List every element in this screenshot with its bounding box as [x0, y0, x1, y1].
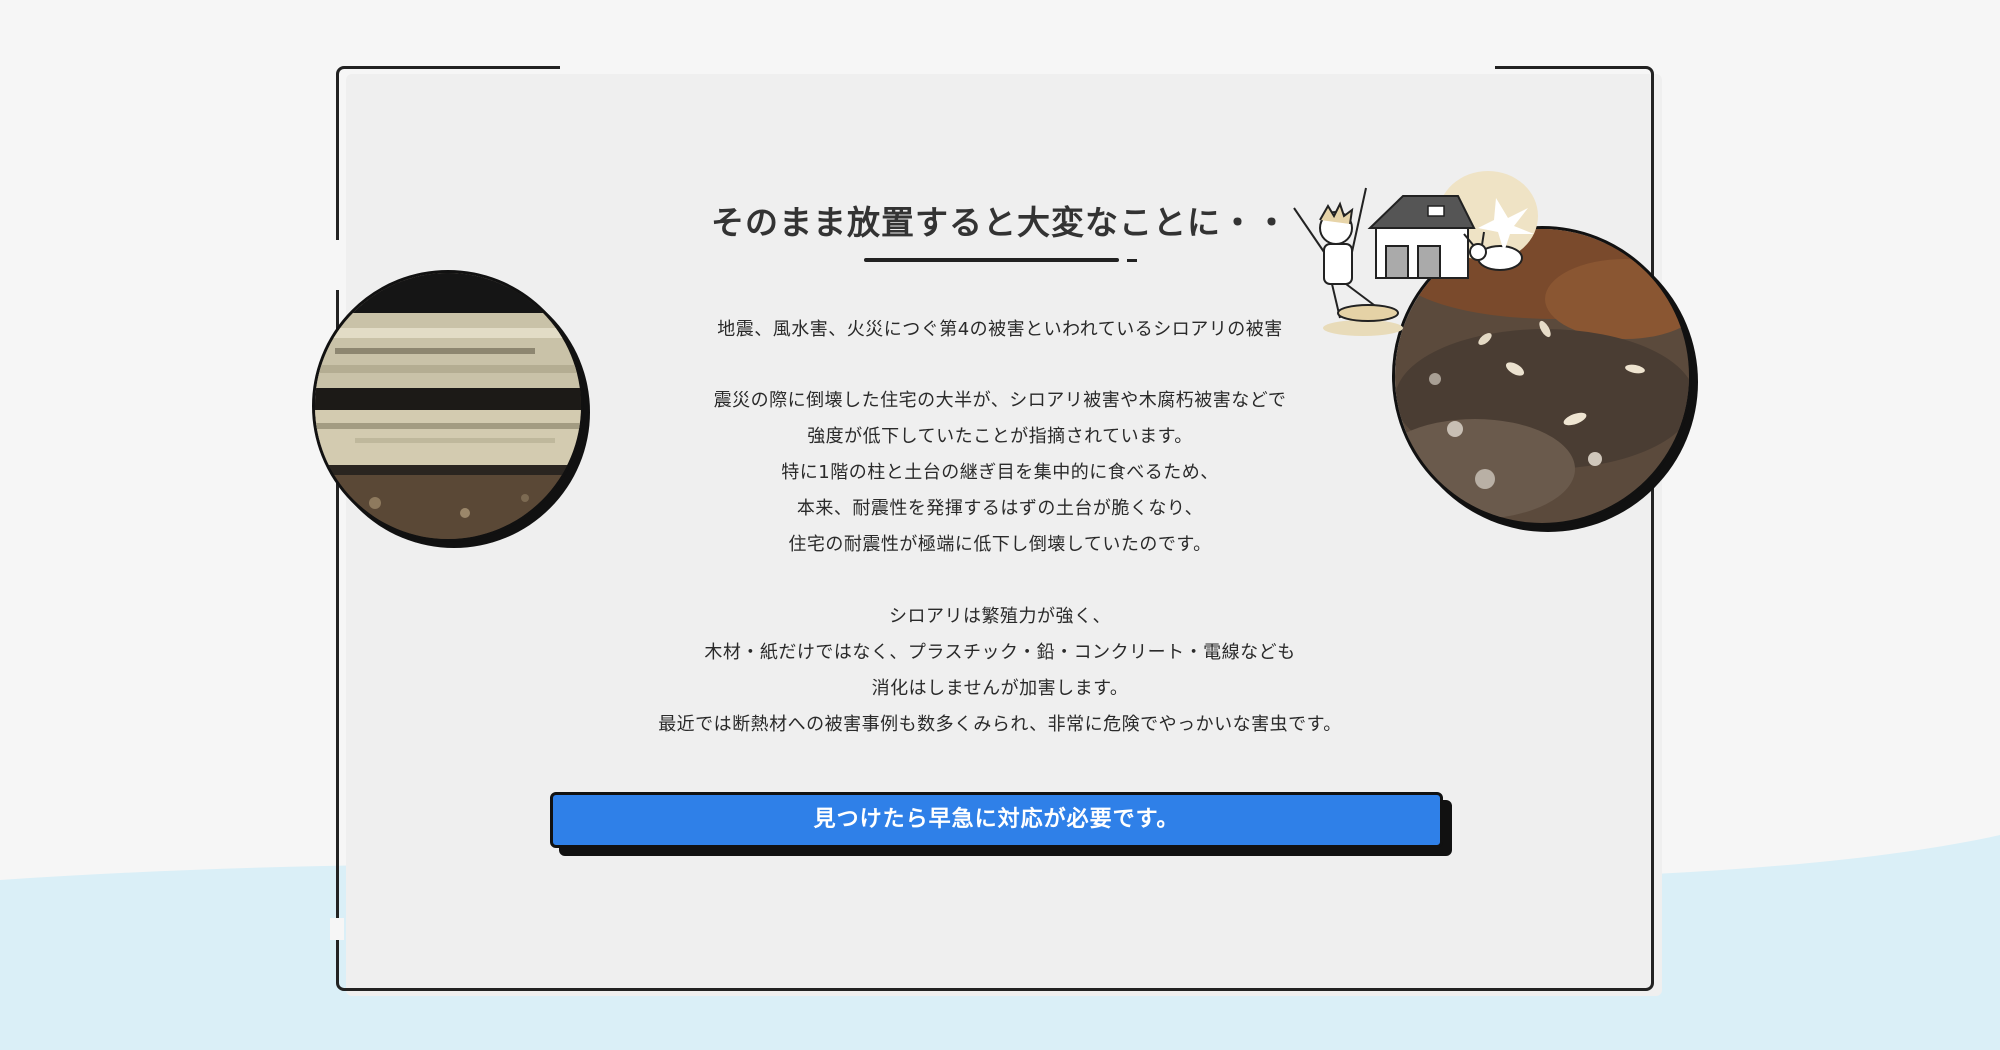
collapse-line: 強度が低下していたことが指摘されています。 [807, 426, 1193, 447]
damage-line: シロアリは繁殖力が強く、 [889, 606, 1111, 627]
surprised-house-illustration [1293, 171, 1538, 336]
card-border-gap-left-2 [330, 918, 344, 940]
wood-image [315, 273, 581, 539]
title-underline-dash [1127, 259, 1137, 262]
collapse-line: 震災の際に倒壊した住宅の大半が、シロアリ被害や木腐朽被害などで [713, 390, 1287, 411]
damage-line: 最近では断熱材への被害事例も数多くみられ、非常に危険でやっかいな害虫です。 [658, 714, 1342, 735]
card-border-gap-top [560, 60, 1495, 72]
page: そのまま放置すると大変なことに・・ 地震、風水害、火災につぐ第4の被害といわれて… [0, 0, 2000, 1050]
cta-button[interactable]: 見つけたら早急に対応が必要です。 [550, 792, 1443, 848]
damage-line: 木材・紙だけではなく、プラスチック・鉛・コンクリート・電線なども [704, 642, 1296, 663]
damaged-wood-photo [312, 270, 584, 542]
card-border-gap-left-1 [330, 240, 344, 290]
damage-paragraph: シロアリは繁殖力が強く、 木材・紙だけではなく、プラスチック・鉛・コンクリート・… [560, 599, 1440, 743]
damage-line: 消化はしませんが加害します。 [871, 678, 1129, 699]
title-underline [864, 258, 1119, 262]
collapse-line: 本来、耐震性を発揮するはずの土台が脆くなり、 [796, 498, 1204, 519]
collapse-paragraph: 震災の際に倒壊した住宅の大半が、シロアリ被害や木腐朽被害などで 強度が低下してい… [560, 383, 1440, 563]
collapse-line: 住宅の耐震性が極端に低下し倒壊していたのです。 [788, 534, 1212, 555]
collapse-line: 特に1階の柱と土台の継ぎ目を集中的に食べるため、 [781, 462, 1219, 483]
